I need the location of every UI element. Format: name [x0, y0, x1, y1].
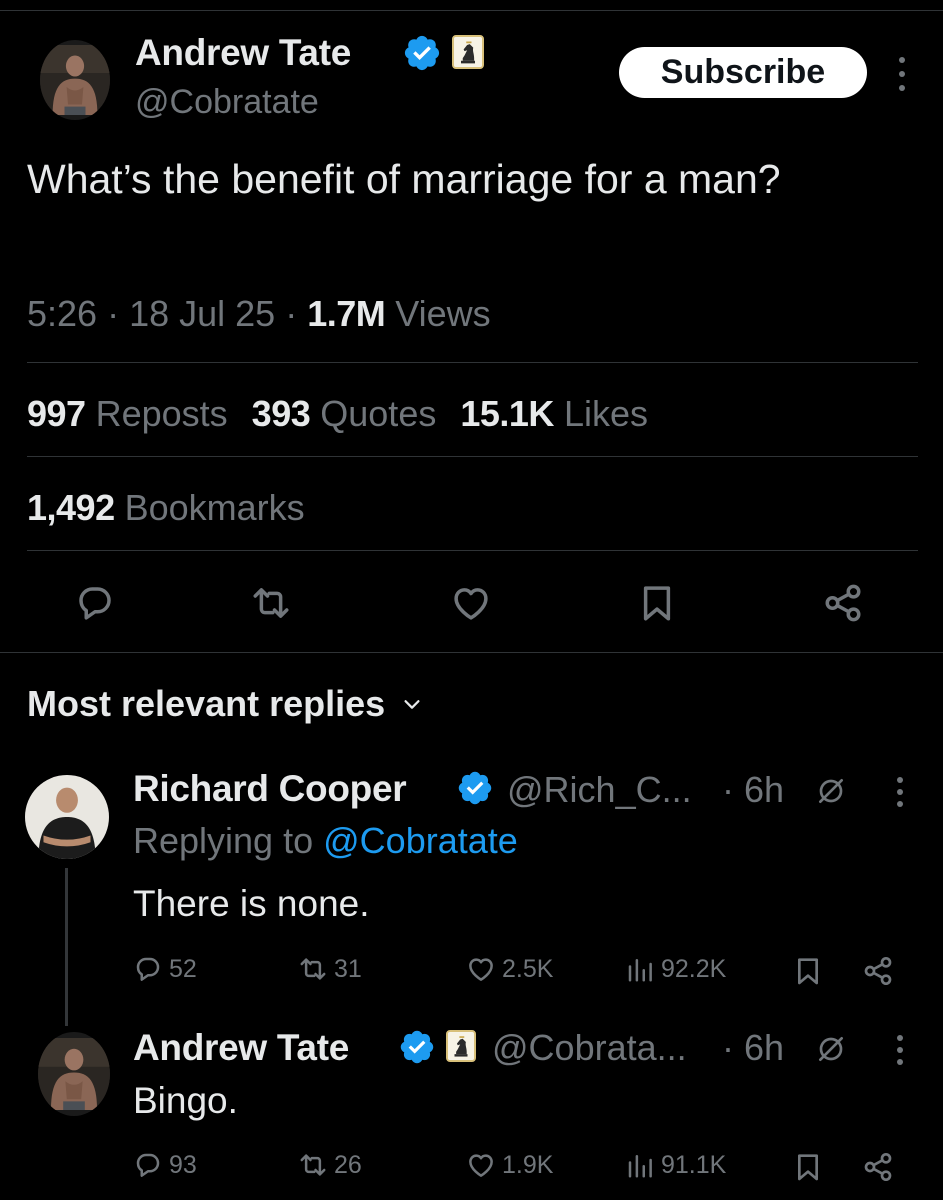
reply-author-name[interactable]: Richard Cooper [133, 768, 407, 810]
chess-knight-affiliate-badge-icon[interactable] [446, 1030, 476, 1062]
reply-timestamp[interactable]: · 6h [722, 769, 784, 811]
repost-count: 31 [334, 954, 362, 983]
reply-author-handle[interactable]: @Cobrata... [492, 1027, 687, 1069]
tweet-text: What’s the benefit of marriage for a man… [27, 156, 781, 202]
views-label: Views [395, 293, 491, 334]
section-divider [0, 652, 943, 653]
reply-repost-action[interactable]: 31 [298, 954, 362, 984]
reply-like-action[interactable]: 2.5K [466, 954, 553, 984]
reply-reply-action[interactable]: 93 [133, 1150, 197, 1180]
tweet-meta: 5:26 · 18 Jul 25 · 1.7M Views [27, 293, 491, 334]
divider [27, 550, 918, 551]
author-avatar[interactable] [40, 40, 110, 120]
reply-repost-action[interactable]: 26 [298, 1150, 362, 1180]
repost-count: 26 [334, 1150, 362, 1179]
grok-icon[interactable] [815, 1033, 847, 1065]
author-name[interactable]: Andrew Tate [135, 32, 351, 74]
reply-author-name[interactable]: Andrew Tate [133, 1027, 349, 1069]
like-count: 2.5K [502, 954, 554, 983]
reply-timestamp[interactable]: · 6h [722, 1027, 784, 1069]
views-icon [625, 1150, 655, 1180]
like-count: 1.9K [502, 1150, 554, 1179]
subscribe-button[interactable]: Subscribe [619, 47, 867, 98]
reply-like-action[interactable]: 1.9K [466, 1150, 553, 1180]
top-divider [0, 10, 943, 11]
reply-views-action[interactable]: 91.1K [625, 1150, 726, 1180]
like-icon [466, 1150, 496, 1180]
reply-more-options-icon[interactable] [895, 777, 905, 807]
reply-icon [133, 1150, 163, 1180]
chess-knight-affiliate-badge-icon[interactable] [452, 35, 484, 69]
chevron-down-icon [404, 700, 420, 709]
replies-sort-dropdown[interactable]: Most relevant replies [27, 683, 423, 725]
divider [27, 362, 918, 363]
verified-badge-icon [398, 1028, 436, 1066]
reply-count: 93 [169, 1150, 197, 1179]
verified-badge-icon [402, 33, 442, 73]
repost-icon [298, 1150, 328, 1180]
share-icon[interactable] [862, 1151, 894, 1183]
repost-icon [298, 954, 328, 984]
reply-icon [133, 954, 163, 984]
like-icon[interactable] [450, 582, 492, 624]
likes-stat[interactable]: 15.1K Likes [460, 393, 648, 434]
reposts-stat[interactable]: 997 Reposts [27, 393, 228, 434]
reply-views-action[interactable]: 92.2K [625, 954, 726, 984]
like-icon [466, 954, 496, 984]
reply-avatar[interactable] [38, 1032, 110, 1116]
share-icon[interactable] [862, 955, 894, 987]
replying-to: Replying to @Cobratate [133, 820, 518, 862]
share-icon[interactable] [822, 582, 864, 624]
more-options-icon[interactable] [897, 57, 907, 91]
reply-reply-action[interactable]: 52 [133, 954, 197, 984]
replies-section-title: Most relevant replies [27, 683, 386, 724]
reply-count: 52 [169, 954, 197, 983]
view-count: 91.1K [661, 1150, 727, 1179]
views-count: 1.7M [307, 293, 386, 334]
reply-more-options-icon[interactable] [895, 1035, 905, 1065]
bookmark-icon[interactable] [792, 955, 824, 987]
reply-author-handle[interactable]: @Rich_C... [507, 769, 692, 811]
reply-avatar[interactable] [25, 775, 109, 859]
divider [27, 456, 918, 457]
quotes-stat[interactable]: 393 Quotes [252, 393, 437, 434]
thread-line [65, 868, 68, 1026]
replying-to-prefix: Replying to [133, 820, 314, 861]
verified-badge-icon [456, 769, 494, 807]
engagement-stats: 997 Reposts 393 Quotes 15.1K Likes [27, 393, 648, 435]
grok-icon[interactable] [815, 775, 847, 807]
author-handle[interactable]: @Cobratate [135, 83, 319, 122]
reply-text: Bingo. [133, 1080, 238, 1121]
views-icon [625, 954, 655, 984]
bookmark-icon[interactable] [792, 1151, 824, 1183]
replying-to-handle[interactable]: @Cobratate [323, 820, 518, 861]
tweet-time[interactable]: 5:26 [27, 293, 97, 334]
bookmarks-stat[interactable]: 1,492 Bookmarks [27, 487, 305, 529]
bookmark-icon[interactable] [636, 582, 678, 624]
reply-text: There is none. [133, 883, 370, 924]
repost-icon[interactable] [250, 582, 292, 624]
view-count: 92.2K [661, 954, 727, 983]
reply-icon[interactable] [74, 582, 116, 624]
tweet-date[interactable]: 18 Jul 25 [129, 293, 275, 334]
